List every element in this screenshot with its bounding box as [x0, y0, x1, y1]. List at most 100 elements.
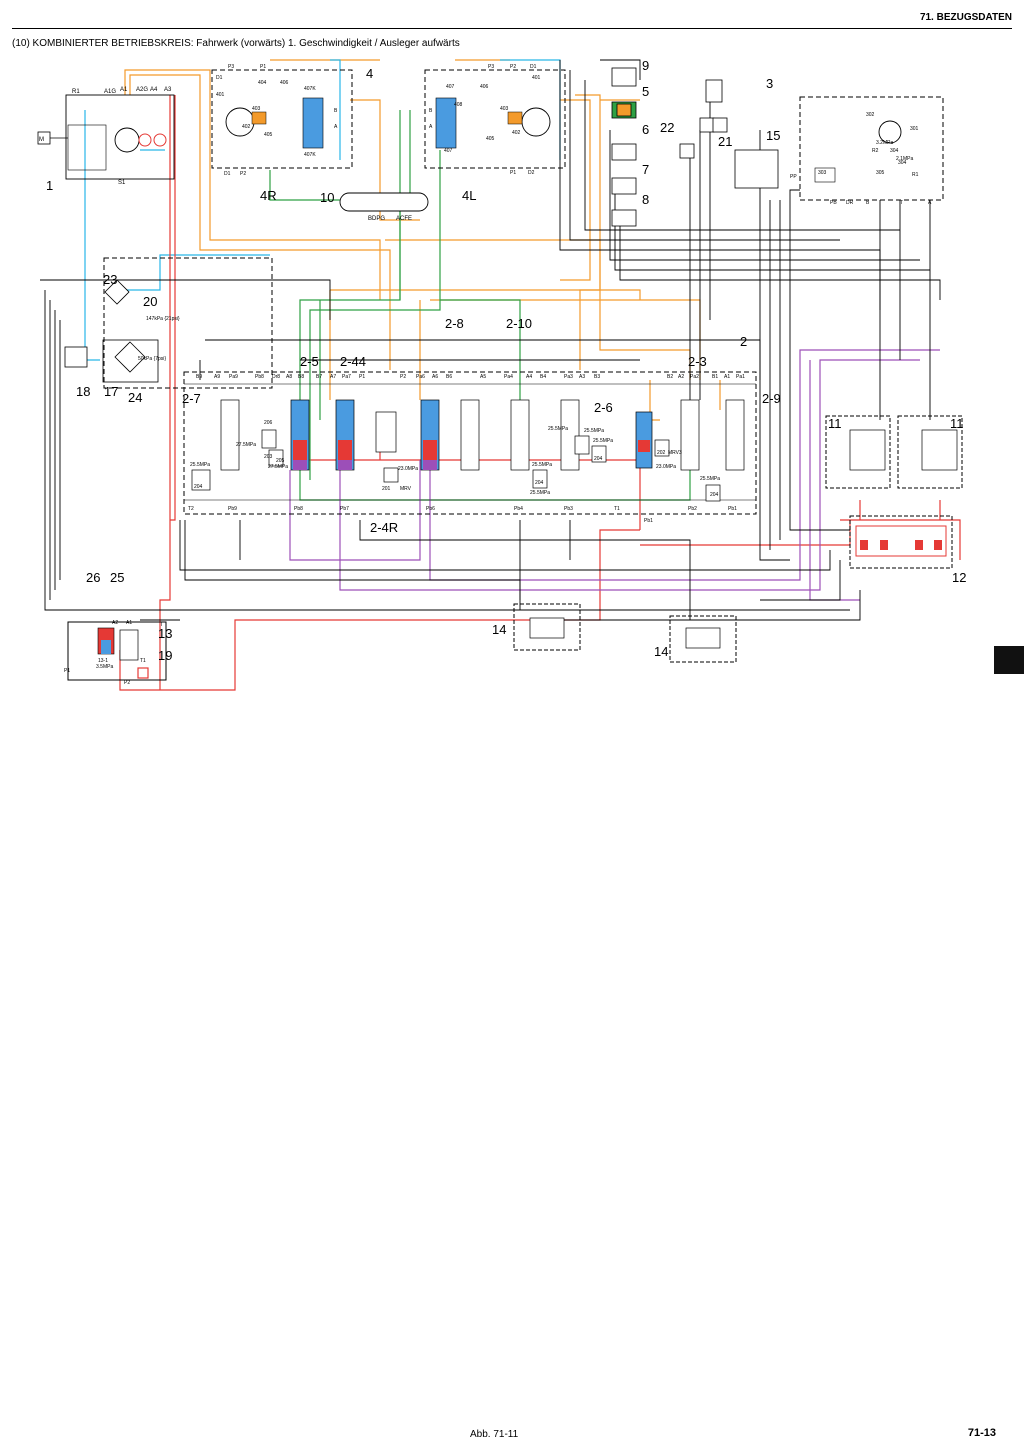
svg-text:204: 204	[535, 480, 544, 486]
callout-25: 25	[110, 570, 124, 585]
lbl-swivel-0: BDPG	[368, 216, 385, 222]
callout-4r: 4R	[260, 188, 277, 203]
lbl-pb-12: A	[928, 200, 932, 206]
solenoid-valves	[611, 67, 723, 227]
svg-text:147kPa {21psi}: 147kPa {21psi}	[146, 316, 180, 322]
svg-text:205: 205	[276, 458, 285, 464]
svg-text:25.5MPa: 25.5MPa	[530, 490, 550, 496]
lbl-pb-11: T	[900, 200, 903, 206]
callout-12: 12	[952, 570, 966, 585]
svg-text:13-1: 13-1	[98, 658, 108, 664]
svg-text:25.5MPa: 25.5MPa	[548, 426, 568, 432]
svg-text:Dr8: Dr8	[272, 374, 280, 380]
svg-text:Pb1: Pb1	[644, 518, 653, 524]
lbl-tr-7: 407K	[304, 86, 316, 92]
page-number: 71-13	[967, 1427, 996, 1439]
svg-text:27.5MPa: 27.5MPa	[268, 464, 288, 470]
lbl-pb-15: 2.1MPa	[896, 156, 913, 162]
svg-text:B4: B4	[540, 374, 546, 380]
callout-13: 13	[158, 626, 172, 641]
lbl-tr-2: P1	[260, 64, 266, 70]
lbl-tl-12: D2	[528, 170, 535, 176]
svg-text:23.0MPa: 23.0MPa	[656, 464, 676, 470]
lbl-tr-10: 407K	[304, 152, 316, 158]
svg-text:Pb6: Pb6	[426, 506, 435, 512]
svg-text:Pa3: Pa3	[564, 374, 573, 380]
lbl-pump-5: A3	[164, 87, 172, 93]
callout-1: 1	[46, 178, 53, 193]
svg-text:B9: B9	[196, 374, 202, 380]
callout-23: 23	[103, 272, 117, 287]
svg-text:B7: B7	[316, 374, 322, 380]
callout-19: 19	[158, 648, 172, 663]
svg-text:Pb1: Pb1	[728, 506, 737, 512]
svg-text:Pb2: Pb2	[688, 506, 697, 512]
lbl-pb-1: 303	[818, 170, 827, 176]
svg-text:25.5MPa: 25.5MPa	[700, 476, 720, 482]
callout-4l: 4L	[462, 188, 476, 203]
callout-26: 26	[86, 570, 100, 585]
lbl-tl-10: 405	[486, 136, 495, 142]
figure-caption: Abb. 71-11	[470, 1429, 519, 1440]
lbl-tl-5: 408	[454, 102, 463, 108]
svg-text:Pb3: Pb3	[564, 506, 573, 512]
svg-text:B1: B1	[712, 374, 718, 380]
svg-text:A8: A8	[286, 374, 292, 380]
lbl-pump-6: M	[39, 137, 44, 143]
lbl-pb-2: 302	[866, 112, 875, 118]
callout-4: 4	[366, 66, 373, 81]
pressure-lines-red	[119, 95, 961, 691]
svg-text:204: 204	[710, 492, 719, 498]
svg-text:Pb4: Pb4	[514, 506, 523, 512]
callout-20: 20	[143, 294, 157, 309]
pilot-supply-unit	[67, 621, 167, 681]
svg-text:Pa4: Pa4	[504, 374, 513, 380]
svg-text:A4: A4	[526, 374, 532, 380]
svg-text:P2: P2	[124, 680, 130, 686]
callout-14b: 14	[654, 644, 668, 659]
lbl-tl-0: P3	[488, 64, 494, 70]
lbl-tl-11: P1	[510, 170, 516, 176]
svg-text:B3: B3	[594, 374, 600, 380]
valve-ports-bottom: T2 Pb9 Pb8 Pb7 Pb6 Pb4 Pb3 T1 Pb2 Pb1 Pb…	[188, 506, 737, 524]
callout-7: 7	[642, 162, 649, 177]
callout-15: 15	[766, 128, 780, 143]
svg-text:Pb9: Pb9	[228, 506, 237, 512]
lbl-pb-4: 304	[890, 148, 899, 154]
svg-text:25.5MPa: 25.5MPa	[532, 462, 552, 468]
lbl-pump-7: S1	[118, 180, 126, 186]
svg-text:Pa9: Pa9	[229, 374, 238, 380]
callout-8: 8	[642, 192, 649, 207]
svg-text:T1: T1	[140, 658, 146, 664]
svg-text:T1: T1	[614, 506, 620, 512]
lbl-tl-14: A	[429, 124, 433, 130]
chapter-tab	[994, 646, 1024, 674]
svg-text:B6: B6	[446, 374, 452, 380]
lbl-tr-8: 402	[242, 124, 251, 130]
callout-14a: 14	[492, 622, 506, 637]
lbl-tr-12: P2	[240, 171, 246, 177]
svg-text:206: 206	[264, 420, 273, 426]
svg-text:Pa1: Pa1	[736, 374, 745, 380]
svg-text:Pa6: Pa6	[416, 374, 425, 380]
callout-2-7: 2-7	[182, 391, 201, 406]
svg-text:P1: P1	[359, 374, 365, 380]
svg-text:Pb7: Pb7	[340, 506, 349, 512]
callout-9: 9	[642, 58, 649, 73]
callout-2-8: 2-8	[445, 316, 464, 331]
svg-text:P1: P1	[64, 668, 70, 674]
lbl-tr-4: 404	[258, 80, 267, 86]
callout-2-4r: 2-4R	[370, 520, 398, 535]
callout-11b: 11	[950, 416, 964, 431]
callout-10: 10	[320, 190, 334, 205]
lbl-tr-1: P3	[228, 64, 234, 70]
callout-5: 5	[642, 84, 649, 99]
svg-text:202: 202	[657, 450, 666, 456]
svg-text:B8: B8	[298, 374, 304, 380]
svg-text:3.5MPa: 3.5MPa	[96, 664, 113, 670]
lbl-tl-9: 407	[444, 148, 453, 154]
swivel-joint	[339, 192, 429, 212]
lbl-pump-4: A4	[150, 87, 158, 93]
svg-text:Pb8: Pb8	[294, 506, 303, 512]
valve-ports-top: B9 A9 Pa9 Pb8 Dr8 A8 B8 B7 A7 Pa7 P1 P2 …	[196, 374, 745, 380]
